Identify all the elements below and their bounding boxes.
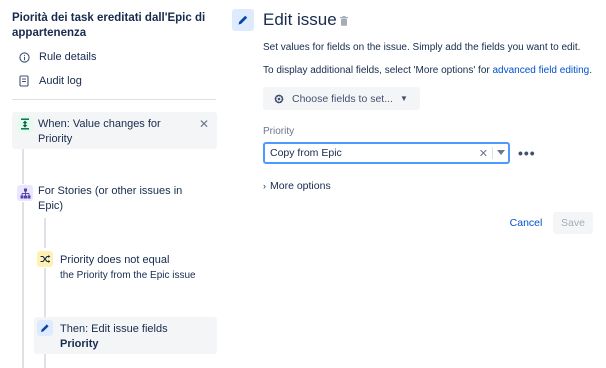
trash-icon[interactable] [340, 16, 348, 29]
cancel-button[interactable]: Cancel [506, 212, 546, 234]
action-card[interactable]: Then: Edit issue fields Priority [34, 317, 217, 354]
condition-detail: the Priority from the Epic issue [60, 270, 196, 281]
description-suffix: . [589, 65, 593, 76]
more-options-label: More options [270, 180, 331, 192]
description-prefix: To display additional fields, select 'Mo… [263, 65, 493, 76]
priority-field-label: Priority [263, 126, 295, 137]
priority-select-value: Copy from Epic [270, 147, 342, 159]
field-change-icon [17, 116, 33, 132]
description-more: To display additional fields, select 'Mo… [263, 65, 592, 76]
flow-connector [22, 202, 24, 368]
sidebar-divider [12, 99, 216, 100]
priority-select[interactable]: Copy from Epic ✕ [263, 142, 510, 164]
document-icon [18, 75, 30, 87]
rule-details-label: Rule details [39, 51, 97, 63]
pencil-icon [232, 9, 254, 31]
rule-details-link[interactable]: Rule details [18, 49, 96, 65]
condition-label: Priority does not equal [60, 254, 170, 266]
more-actions-icon[interactable]: ••• [518, 145, 536, 161]
branch-label: For Stories (or other issues in Epic) [38, 185, 183, 212]
trigger-card[interactable]: When: Value changes for Priority ✕ [12, 112, 217, 149]
edit-issue-panel: Edit issue Set values for fields on the … [228, 0, 606, 368]
chevron-right-icon: › [263, 181, 266, 191]
rule-title: Piorità dei task ereditati dall'Epic di … [12, 12, 206, 39]
action-label: Then: Edit issue fields [60, 323, 168, 335]
select-separator [492, 147, 493, 159]
condition-item[interactable]: Priority does not equal the Priority fro… [34, 250, 217, 286]
dropdown-icon[interactable] [497, 150, 505, 155]
more-options-toggle[interactable]: › More options [263, 180, 331, 192]
clear-icon[interactable]: ✕ [479, 147, 488, 160]
gear-icon [273, 93, 285, 105]
description-text: Set values for fields on the issue. Simp… [263, 42, 581, 53]
shuffle-icon [37, 251, 53, 267]
flow-connector [22, 149, 24, 184]
flow-connector [44, 218, 46, 248]
rule-sidebar: Piorità dei task ereditati dall'Epic di … [0, 0, 228, 368]
choose-fields-button[interactable]: Choose fields to set... ▼ [263, 87, 420, 110]
save-button[interactable]: Save [553, 212, 593, 234]
close-icon[interactable]: ✕ [199, 117, 209, 131]
audit-log-link[interactable]: Audit log [18, 73, 82, 89]
advanced-field-editing-link[interactable]: advanced field editing [493, 65, 590, 76]
audit-log-label: Audit log [39, 75, 82, 87]
info-icon [18, 51, 30, 63]
action-field: Priority [60, 338, 99, 350]
choose-fields-label: Choose fields to set... [292, 92, 393, 105]
hierarchy-icon [17, 185, 33, 201]
trigger-field: Priority [38, 133, 73, 145]
flow-connector [44, 354, 46, 368]
chevron-down-icon: ▼ [399, 94, 408, 103]
trigger-label: When: Value changes for [38, 118, 161, 130]
pencil-icon [37, 320, 53, 336]
branch-item[interactable]: For Stories (or other issues in Epic) [12, 184, 217, 218]
page-title: Edit issue [263, 10, 337, 29]
